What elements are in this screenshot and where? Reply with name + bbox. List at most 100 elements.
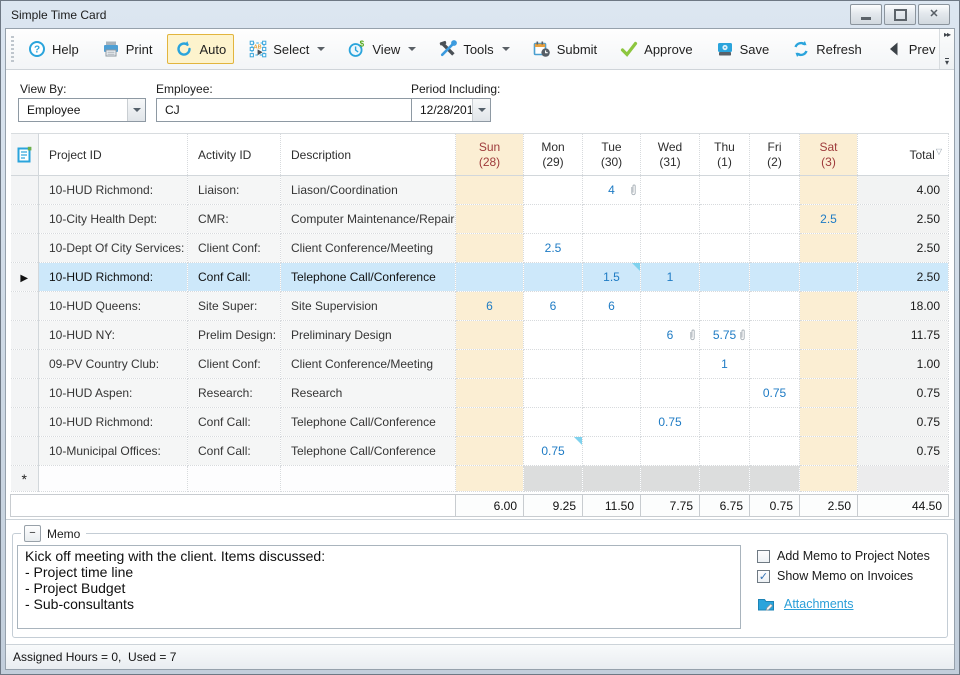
day-cell[interactable] [800,408,858,437]
maximize-button[interactable] [884,4,916,25]
day-cell[interactable] [700,408,750,437]
print-button[interactable]: Print [94,34,161,64]
activity-cell[interactable]: Client Conf: [188,350,281,379]
day-cell[interactable] [583,379,641,408]
activity-cell[interactable]: CMR: [188,205,281,234]
day-cell[interactable] [583,321,641,350]
activity-cell[interactable]: Liaison: [188,176,281,205]
toolbar-gripper[interactable] [11,36,14,62]
day-cell[interactable]: 0.75 [524,437,583,466]
description-cell[interactable]: Site Supervision [281,292,456,321]
day-cell[interactable] [524,408,583,437]
day-cell[interactable] [800,321,858,350]
description-cell[interactable]: Telephone Call/Conference [281,263,456,292]
day-cell[interactable] [700,292,750,321]
toolbar-overflow-button[interactable]: ▸▸ ▾ [939,29,954,69]
row-selector[interactable]: ▶ [11,263,39,292]
prev-button[interactable]: Prev [877,34,944,64]
row-selector[interactable] [11,437,39,466]
column-header-description[interactable]: Description [281,134,456,176]
day-cell[interactable] [750,205,800,234]
description-cell[interactable]: Telephone Call/Conference [281,437,456,466]
day-cell[interactable]: 1 [700,350,750,379]
column-header-project[interactable]: Project ID [39,134,188,176]
day-cell[interactable] [583,466,641,492]
day-cell[interactable] [524,263,583,292]
day-cell[interactable] [456,321,524,350]
day-cell[interactable]: 1 [641,263,700,292]
day-cell[interactable] [800,176,858,205]
day-cell[interactable] [750,321,800,350]
project-cell[interactable]: 10-HUD Richmond: [39,263,188,292]
description-cell[interactable]: Telephone Call/Conference [281,408,456,437]
day-cell[interactable] [641,379,700,408]
project-cell[interactable]: 10-HUD Richmond: [39,176,188,205]
filter-icon[interactable]: ▽ [936,147,942,156]
day-cell[interactable] [700,263,750,292]
day-cell[interactable] [641,437,700,466]
day-cell[interactable]: 6 [583,292,641,321]
description-cell[interactable]: Client Conference/Meeting [281,350,456,379]
day-cell[interactable] [456,205,524,234]
day-cell[interactable]: 5.75 [700,321,750,350]
activity-cell[interactable]: Research: [188,379,281,408]
day-cell[interactable] [524,350,583,379]
day-cell[interactable]: 6 [456,292,524,321]
day-cell[interactable] [641,292,700,321]
checkbox-0[interactable] [757,550,770,563]
day-cell[interactable] [800,350,858,379]
help-button[interactable]: ?Help [20,34,87,64]
tools-button[interactable]: Tools [431,34,517,64]
row-selector[interactable] [11,321,39,350]
column-header-fri[interactable]: Fri(2) [750,134,800,176]
activity-cell[interactable]: Conf Call: [188,263,281,292]
day-cell[interactable]: 0.75 [750,379,800,408]
day-cell[interactable] [524,321,583,350]
minimize-button[interactable] [850,4,882,25]
day-cell[interactable] [800,437,858,466]
day-cell[interactable] [583,350,641,379]
day-cell[interactable]: 2.5 [800,205,858,234]
day-cell[interactable] [456,379,524,408]
chevron-down-icon[interactable] [472,99,490,121]
day-cell[interactable] [583,408,641,437]
day-cell[interactable] [641,466,700,492]
day-cell[interactable] [700,205,750,234]
day-cell[interactable] [700,437,750,466]
day-cell[interactable] [641,350,700,379]
day-cell[interactable] [750,350,800,379]
day-cell[interactable] [700,466,750,492]
project-cell[interactable]: 10-Dept Of City Services: [39,234,188,263]
column-header-mon[interactable]: Mon(29) [524,134,583,176]
column-header-thu[interactable]: Thu(1) [700,134,750,176]
day-cell[interactable] [456,437,524,466]
day-cell[interactable] [583,205,641,234]
checkbox-1[interactable]: ✓ [757,570,770,583]
grid-corner-cell[interactable] [11,134,39,176]
day-cell[interactable] [641,234,700,263]
column-header-tue[interactable]: Tue(30) [583,134,641,176]
chevron-down-icon[interactable] [127,99,145,121]
column-header-sun[interactable]: Sun(28) [456,134,524,176]
day-cell[interactable] [456,408,524,437]
row-selector[interactable] [11,292,39,321]
day-cell[interactable] [456,350,524,379]
column-header-total[interactable]: Total▽ [858,134,949,176]
view-by-select[interactable]: Employee [18,98,146,122]
activity-cell[interactable]: Conf Call: [188,437,281,466]
description-cell[interactable]: Preliminary Design [281,321,456,350]
activity-cell[interactable]: Client Conf: [188,234,281,263]
activity-cell[interactable]: Site Super: [188,292,281,321]
row-selector[interactable] [11,408,39,437]
day-cell[interactable] [641,176,700,205]
column-header-wed[interactable]: Wed(31) [641,134,700,176]
row-selector[interactable] [11,176,39,205]
project-cell[interactable] [39,466,188,492]
select-button[interactable]: ABSelect [241,34,333,64]
day-cell[interactable] [524,205,583,234]
project-cell[interactable]: 10-HUD Queens: [39,292,188,321]
period-date-picker[interactable]: 12/28/2014 [411,98,491,122]
project-cell[interactable]: 10-HUD Richmond: [39,408,188,437]
day-cell[interactable]: 6 [641,321,700,350]
day-cell[interactable]: 1.5 [583,263,641,292]
